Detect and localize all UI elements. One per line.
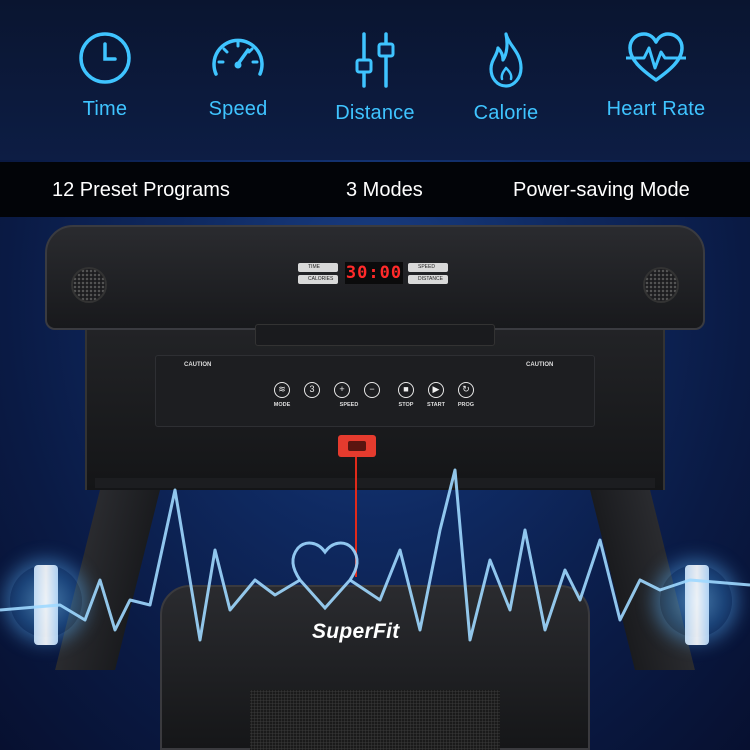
product-banner: Time Speed Distance Calorie Heart Rate 1… xyxy=(0,0,750,750)
caution-left: CAUTION xyxy=(184,362,212,368)
heart-pulse-icon xyxy=(626,32,686,82)
speedometer-icon xyxy=(212,38,264,76)
feature-heart-rate: Heart Rate xyxy=(596,30,716,121)
speed-down-button[interactable]: − xyxy=(364,382,380,398)
caution-right: CAUTION xyxy=(526,362,554,368)
stop-label: STOP xyxy=(398,402,414,408)
device-tray xyxy=(255,324,495,346)
feature-time-label: Time xyxy=(82,98,128,120)
sliders-icon xyxy=(355,32,395,88)
left-heart-rate-sensor xyxy=(34,565,58,645)
feature-time: Time xyxy=(45,30,165,121)
right-heart-rate-sensor xyxy=(685,565,709,645)
console-crossbar xyxy=(95,478,655,488)
programs-label: 12 Preset Programs xyxy=(52,179,230,201)
running-belt xyxy=(250,690,500,750)
prog-button[interactable]: ↻ xyxy=(458,382,474,398)
safety-key[interactable] xyxy=(338,435,376,457)
tag-distance: DISTANCE xyxy=(408,275,448,284)
start-button[interactable]: ▶ xyxy=(428,382,444,398)
flame-icon xyxy=(489,32,523,88)
stop-button[interactable]: ■ xyxy=(398,382,414,398)
tag-speed: SPEED xyxy=(408,263,448,272)
feature-distance-label: Distance xyxy=(335,102,415,124)
right-speaker xyxy=(643,267,679,303)
feature-calorie-label: Calorie xyxy=(473,102,539,124)
left-upright xyxy=(55,470,165,670)
left-speaker xyxy=(71,267,107,303)
safety-cord xyxy=(355,457,357,577)
feature-icons-bar: Time Speed Distance Calorie Heart Rate xyxy=(0,0,750,160)
start-label: START xyxy=(427,402,445,408)
speed-up-button[interactable]: + xyxy=(334,382,350,398)
program-strip: 12 Preset Programs 3 Modes Power-saving … xyxy=(0,162,750,217)
feature-speed: Speed xyxy=(178,30,298,121)
mode-label: MODE xyxy=(273,402,291,408)
tag-calories: CALORIES xyxy=(298,275,338,284)
preset-speed-button[interactable]: 3 xyxy=(304,382,320,398)
power-saving-label: Power-saving Mode xyxy=(513,179,690,201)
modes-label: 3 Modes xyxy=(346,179,423,201)
clock-icon xyxy=(79,32,131,84)
mode-button[interactable]: ≋ xyxy=(274,382,290,398)
feature-heart-rate-label: Heart Rate xyxy=(606,98,706,120)
brand-logo: SuperFit xyxy=(312,620,400,643)
tag-time: TIME xyxy=(298,263,338,272)
feature-calorie: Calorie xyxy=(446,30,566,125)
feature-speed-label: Speed xyxy=(208,98,268,120)
speed-group-label: SPEED xyxy=(339,402,359,408)
prog-label: PROG xyxy=(457,402,475,408)
feature-distance: Distance xyxy=(315,30,435,125)
led-display: 30:00 xyxy=(345,262,403,284)
